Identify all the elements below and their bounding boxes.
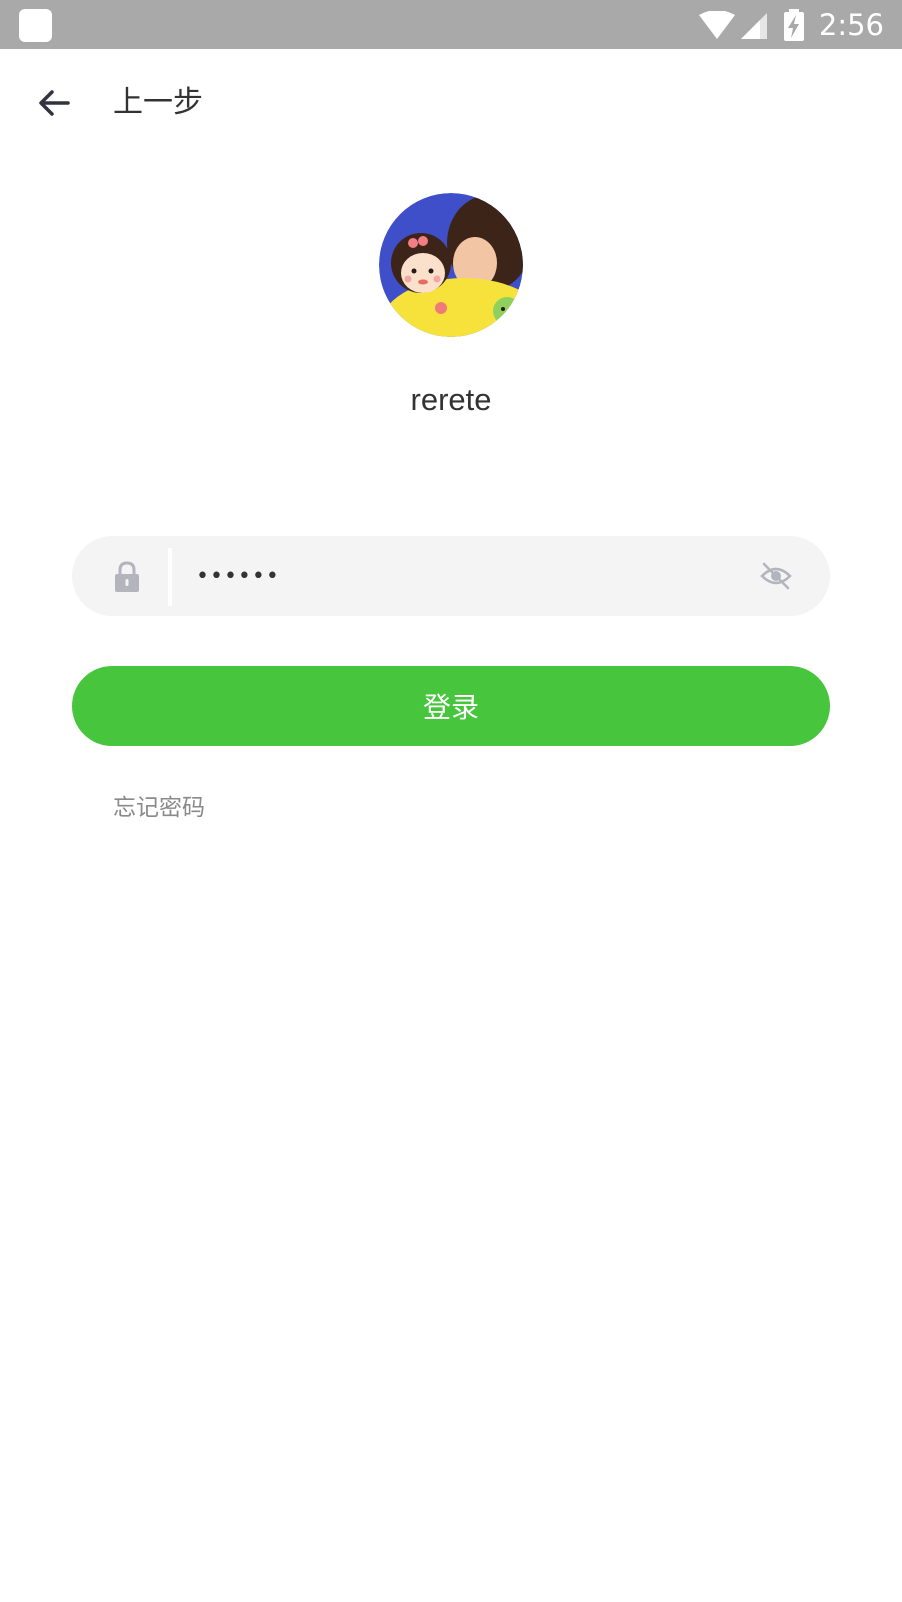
back-label[interactable]: 上一步	[113, 83, 203, 123]
username: rerete	[410, 382, 492, 417]
field-divider	[168, 548, 172, 606]
login-button[interactable]: 登录	[72, 666, 830, 746]
battery-charging-icon	[783, 8, 804, 41]
app-notification-icon	[19, 9, 52, 42]
eye-off-icon[interactable]	[760, 561, 792, 591]
status-icons: 2:56	[698, 0, 884, 49]
status-time: 2:56	[818, 7, 884, 42]
header: 上一步	[0, 49, 902, 159]
forgot-password-link[interactable]: 忘记密码	[113, 788, 205, 822]
status-bar: 2:56	[0, 0, 902, 49]
password-field[interactable]	[72, 536, 830, 616]
lock-icon	[115, 561, 139, 592]
avatar	[379, 193, 523, 337]
arrow-left-icon[interactable]	[34, 83, 74, 123]
wifi-icon	[698, 10, 735, 39]
cell-signal-icon	[740, 12, 767, 39]
password-input[interactable]	[196, 556, 716, 596]
